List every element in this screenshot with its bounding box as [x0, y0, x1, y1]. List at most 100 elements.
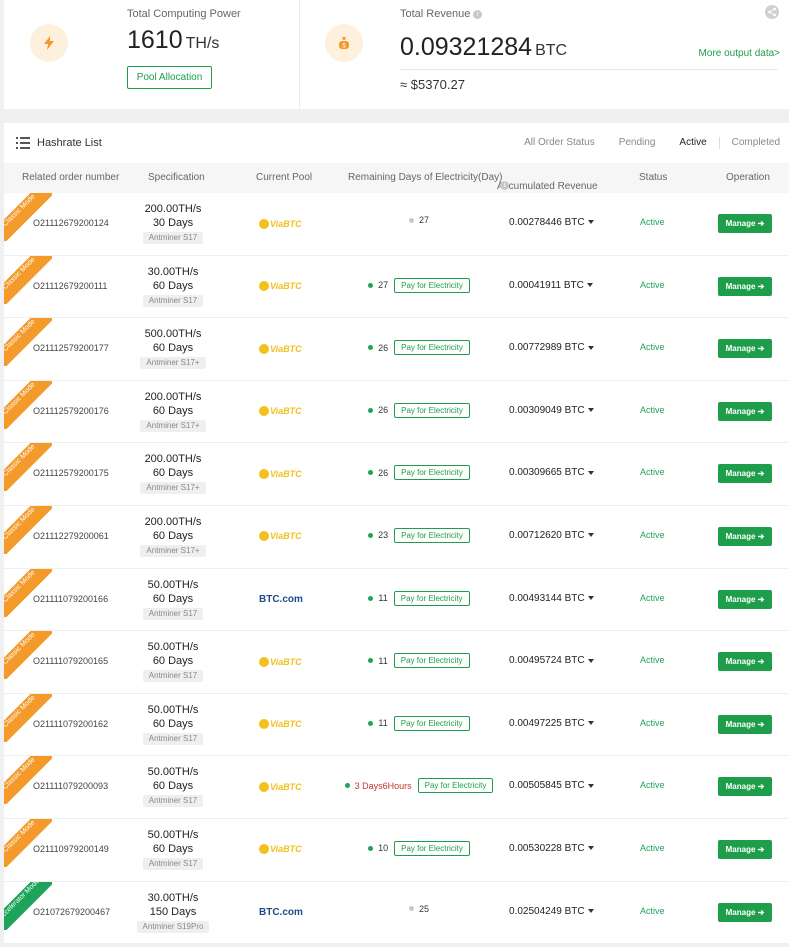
pay-electricity-button[interactable]: Pay for Electricity: [394, 402, 470, 418]
remaining-days-value: 27: [378, 280, 389, 291]
table-row: Classic Mode O21112579200177 500.00TH/s 60 …: [4, 318, 789, 381]
manage-button[interactable]: Manage ➔: [718, 464, 772, 484]
filter-completed[interactable]: Completed: [732, 137, 780, 149]
status-text: Active: [640, 404, 665, 415]
caret-down-icon[interactable]: [587, 721, 594, 726]
mode-label: Classic Mode: [4, 255, 52, 304]
current-pool: BTC.com: [259, 906, 303, 919]
table-row: Classic Mode O21112579200176 200.00TH/s 60 …: [4, 380, 789, 444]
remaining-days-value: 26: [378, 467, 389, 478]
caret-down-icon[interactable]: [587, 220, 594, 225]
pay-electricity-button[interactable]: Pay for Electricity: [417, 778, 494, 794]
miner-model-badge: Antminer S17: [142, 294, 204, 307]
caret-down-icon[interactable]: [587, 470, 594, 475]
manage-button[interactable]: Manage ➔: [718, 526, 772, 546]
filter-all[interactable]: All Order Status: [524, 137, 595, 149]
manage-button[interactable]: Manage ➔: [718, 339, 772, 359]
specification: 200.00TH/s 30 Days Antminer S17: [127, 202, 219, 244]
caret-down-icon[interactable]: [587, 908, 594, 913]
accumulated-revenue[interactable]: 0.00712620 BTC: [509, 530, 594, 541]
remaining-days: 27: [334, 215, 504, 225]
manage-button[interactable]: Manage ➔: [718, 589, 772, 609]
specification: 50.00TH/s 60 Days Antminer S17: [127, 828, 219, 870]
pay-electricity-button[interactable]: Pay for Electricity: [393, 590, 470, 606]
pay-electricity-button[interactable]: Pay for Electricity: [394, 277, 470, 293]
specification: 50.00TH/s 60 Days Antminer S17: [127, 765, 219, 808]
viabtc-logo-icon: [259, 343, 269, 354]
mode-ribbon: Classic Mode: [4, 193, 52, 241]
caret-down-icon[interactable]: [587, 658, 594, 663]
order-number: O21111079200162: [33, 718, 109, 729]
lightning-icon: [30, 24, 68, 62]
viabtc-logo-icon: [259, 531, 269, 542]
mode-label: Classic Mode: [4, 693, 52, 742]
manage-button[interactable]: Manage ➔: [718, 652, 772, 672]
more-output-data-link[interactable]: More output data>: [699, 48, 780, 59]
miner-model-badge: Antminer S17: [142, 607, 204, 620]
caret-down-icon[interactable]: [587, 345, 594, 350]
manage-button[interactable]: Manage ➔: [718, 777, 772, 797]
pay-electricity-button[interactable]: Pay for Electricity: [393, 715, 470, 731]
mode-ribbon: Classic Mode: [4, 380, 52, 429]
filter-pending[interactable]: Pending: [619, 137, 656, 149]
accumulated-revenue[interactable]: 0.02504249 BTC: [509, 906, 594, 917]
remaining-days: 10 Pay for Electricity: [334, 840, 504, 856]
accumulated-revenue[interactable]: 0.00041911 BTC: [509, 280, 593, 291]
hashrate: 30.00TH/s: [147, 891, 199, 904]
filter-active[interactable]: Active: [679, 137, 706, 149]
manage-button[interactable]: Manage ➔: [718, 214, 772, 233]
status-dot: [344, 783, 350, 789]
order-number: O21112579200175: [33, 468, 109, 479]
pay-electricity-button[interactable]: Pay for Electricity: [394, 840, 470, 856]
info-icon[interactable]: i: [473, 9, 483, 19]
accumulated-revenue[interactable]: 0.00495724 BTC: [509, 655, 594, 666]
accumulated-revenue[interactable]: 0.00309049 BTC: [509, 405, 594, 416]
caret-down-icon[interactable]: [587, 846, 594, 851]
mode-label: Classic Mode: [4, 818, 52, 867]
mode-label: Classic Mode: [4, 568, 52, 617]
remaining-days-value: 26: [378, 342, 389, 353]
accumulated-revenue[interactable]: 0.00505845 BTC: [509, 780, 594, 791]
pay-electricity-button[interactable]: Pay for Electricity: [394, 340, 470, 356]
specification: 50.00TH/s 60 Days Antminer S17: [127, 703, 219, 745]
pay-electricity-button[interactable]: Pay for Electricity: [394, 465, 470, 481]
caret-down-icon[interactable]: [587, 783, 594, 788]
caret-down-icon[interactable]: [587, 533, 594, 538]
manage-button[interactable]: Manage ➔: [718, 902, 772, 922]
caret-down-icon[interactable]: [586, 282, 593, 287]
hashrate-list-card: Hashrate List All Order Status Pending A…: [4, 123, 789, 945]
accumulated-revenue[interactable]: 0.00530228 BTC: [509, 843, 594, 854]
accumulated-revenue[interactable]: 0.00309665 BTC: [509, 467, 594, 478]
manage-button[interactable]: Manage ➔: [718, 276, 772, 296]
miner-model-badge: Antminer S17+: [140, 419, 206, 432]
manage-button[interactable]: Manage ➔: [718, 714, 772, 734]
accumulated-revenue[interactable]: 0.00497225 BTC: [509, 718, 594, 729]
mode-label: Classic Mode: [4, 193, 52, 241]
manage-button[interactable]: Manage ➔: [718, 401, 772, 421]
share-icon[interactable]: [765, 5, 779, 19]
mode-label: Classic Mode: [4, 380, 52, 429]
duration: 60 Days: [152, 717, 194, 730]
specification: 200.00TH/s 60 Days Antminer S17+: [127, 452, 219, 495]
pay-electricity-button[interactable]: Pay for Electricity: [393, 653, 470, 669]
caret-down-icon[interactable]: [587, 595, 594, 600]
pool-allocation-button[interactable]: Pool Allocation: [127, 66, 212, 89]
manage-button[interactable]: Manage ➔: [718, 839, 772, 859]
duration: 60 Days: [152, 404, 194, 417]
duration: 60 Days: [152, 780, 194, 793]
col-specification: Specification: [148, 172, 205, 183]
mode-ribbon: Classic Mode: [4, 318, 52, 367]
accumulated-revenue[interactable]: 0.00278446 BTC: [509, 217, 594, 228]
pay-electricity-button[interactable]: Pay for Electricity: [394, 527, 470, 543]
caret-down-icon[interactable]: [587, 408, 594, 413]
info-icon[interactable]: i: [500, 181, 509, 190]
money-bag-icon: $: [325, 24, 363, 62]
status-text: Active: [640, 467, 665, 478]
hashrate: 500.00TH/s: [144, 328, 202, 341]
current-pool: ViaBTC: [259, 467, 302, 480]
revenue-usd: ≈ $5370.27: [400, 77, 465, 92]
table-row: Classic Mode O21112279200061 200.00TH/s 60 …: [4, 505, 789, 569]
accumulated-revenue[interactable]: 0.00493144 BTC: [509, 593, 594, 604]
accumulated-revenue[interactable]: 0.00772989 BTC: [509, 342, 594, 353]
status-dot: [368, 407, 374, 413]
